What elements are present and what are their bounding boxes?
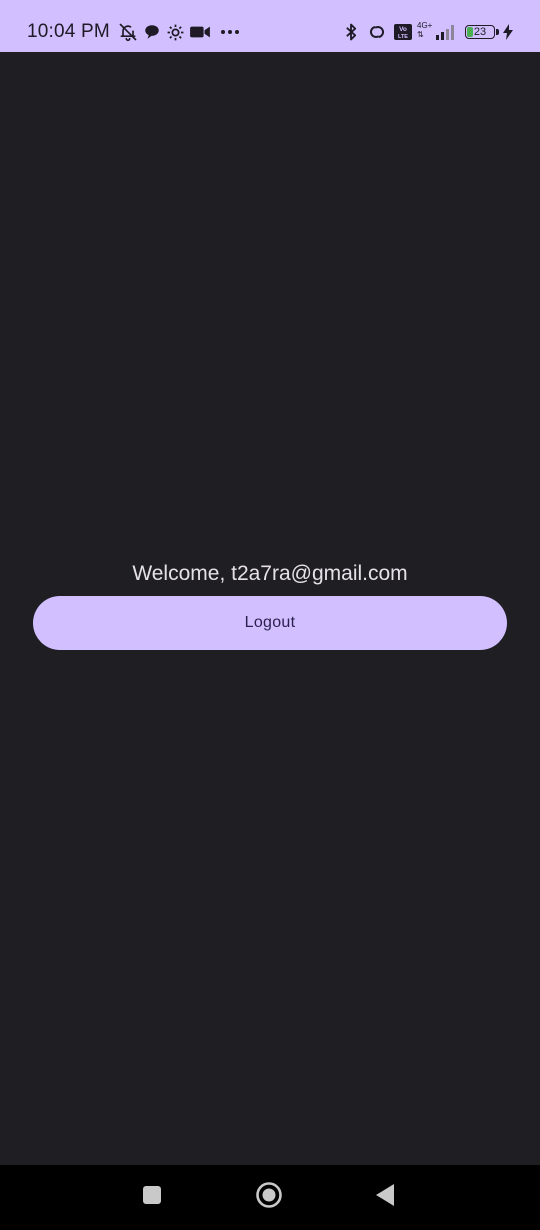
back-button[interactable] <box>355 1165 415 1230</box>
home-button[interactable] <box>239 1165 299 1230</box>
status-bar: 10:04 PM Vo LTE 4G+ ⇅ 23 <box>0 0 540 52</box>
chat-bubble-icon <box>140 20 164 44</box>
settings-gear-icon <box>164 20 188 44</box>
battery-fill <box>467 27 473 37</box>
battery-level: 23 <box>473 25 487 38</box>
network-arrows-icon: ⇅ <box>417 30 424 39</box>
hotspot-link-icon <box>365 20 389 44</box>
home-circle-icon <box>255 1181 283 1214</box>
network-type-label: 4G+ ⇅ <box>417 20 439 44</box>
svg-text:LTE: LTE <box>398 34 408 40</box>
navigation-bar <box>0 1165 540 1230</box>
charging-bolt-icon <box>501 20 515 44</box>
recents-button[interactable] <box>122 1165 182 1230</box>
video-camera-icon <box>188 20 212 44</box>
more-dots-icon <box>218 20 242 44</box>
bell-off-icon <box>116 20 140 44</box>
svg-text:Vo: Vo <box>399 26 407 33</box>
back-triangle-icon <box>374 1183 396 1212</box>
volte-icon: Vo LTE <box>391 20 415 44</box>
battery-tip <box>496 29 499 35</box>
network-type-text: 4G+ <box>417 21 433 30</box>
bluetooth-icon <box>339 20 363 44</box>
logout-button[interactable]: Logout <box>33 596 507 650</box>
recents-square-icon <box>142 1185 162 1210</box>
welcome-message: Welcome, t2a7ra@gmail.com <box>132 562 408 585</box>
battery-icon: 23 <box>465 25 499 39</box>
status-time: 10:04 PM <box>27 21 110 42</box>
main-screen: Welcome, t2a7ra@gmail.com Logout <box>0 52 540 1165</box>
